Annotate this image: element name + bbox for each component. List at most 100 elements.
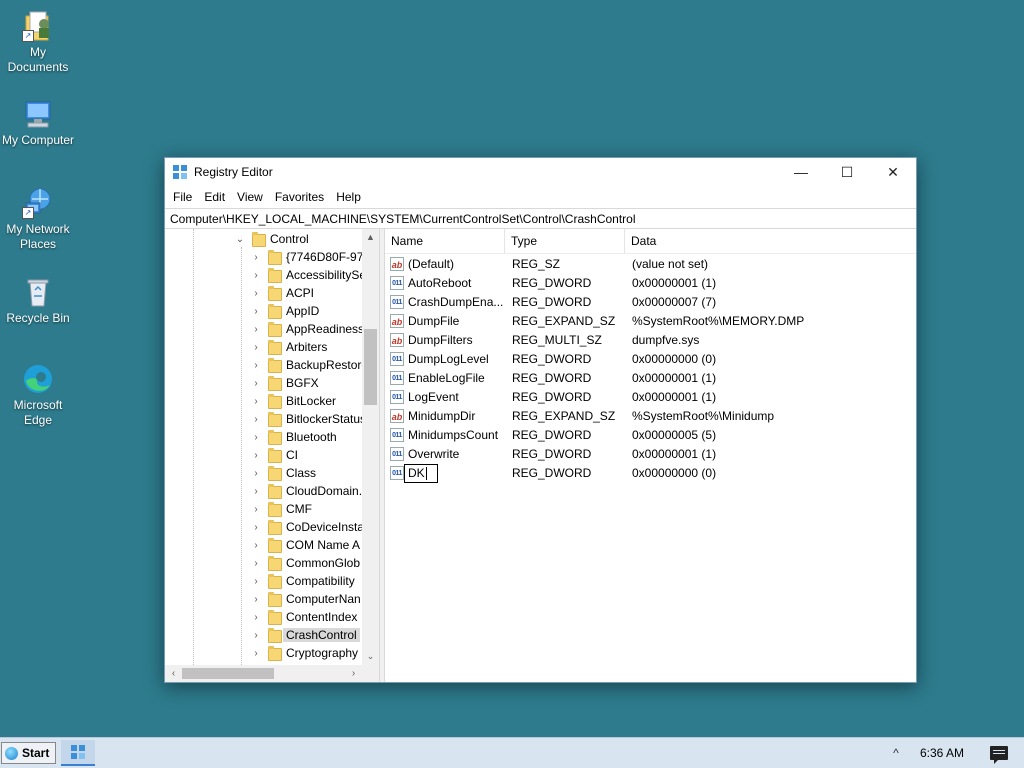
chevron-right-icon[interactable]: › (251, 324, 261, 335)
tree-item[interactable]: › BitLocker (165, 392, 361, 410)
chevron-right-icon[interactable]: › (251, 288, 261, 299)
chevron-right-icon[interactable]: › (251, 450, 261, 461)
minimize-button[interactable]: — (778, 158, 824, 186)
tree-item-label: COM Name A (286, 538, 361, 552)
value-row[interactable]: ab MinidumpDir REG_EXPAND_SZ %SystemRoot%\M… (385, 407, 916, 426)
tree-item[interactable]: › CMF (165, 500, 361, 518)
tree-item[interactable]: › AppReadiness (165, 320, 364, 338)
chevron-right-icon[interactable]: › (251, 576, 261, 587)
chevron-up-icon[interactable]: ^ (886, 746, 906, 760)
tree-item-control[interactable]: ⌄ Control (165, 230, 361, 248)
notification-icon[interactable] (990, 746, 1008, 764)
menu-edit[interactable]: Edit (198, 190, 231, 204)
desktop-icon-recycle-bin[interactable]: Recycle Bin (0, 276, 76, 326)
desktop-icon-my-computer[interactable]: My Computer (0, 98, 76, 148)
chevron-right-icon[interactable]: › (251, 486, 261, 497)
value-type: REG_EXPAND_SZ (512, 314, 616, 328)
desktop-icon-network[interactable]: ↗ My Network Places (0, 187, 76, 252)
value-row[interactable]: ab DumpFile REG_EXPAND_SZ %SystemRoot%\MEMO… (385, 312, 916, 331)
value-row[interactable]: 011 DumpLogLevel REG_DWORD 0x00000000 (0) (385, 350, 916, 369)
start-button[interactable]: Start (1, 742, 57, 764)
value-row[interactable]: 011 EnableLogFile REG_DWORD 0x00000001 (1) (385, 369, 916, 388)
chevron-down-icon[interactable]: ⌄ (235, 234, 245, 245)
tree-item[interactable]: › CommonGlob (165, 554, 361, 572)
tree-item[interactable]: › ComputerNan (165, 590, 361, 608)
folder-icon (268, 574, 282, 589)
scroll-right-icon[interactable]: › (345, 665, 362, 682)
desktop-icon-my-documents[interactable]: ↗ My Documents (0, 10, 76, 75)
rename-input[interactable]: DK (404, 464, 438, 483)
column-header-name[interactable]: Name (385, 229, 505, 253)
scroll-down-icon[interactable]: ⌄ (362, 648, 379, 665)
tree-item[interactable]: › ACPI (165, 284, 361, 302)
chevron-right-icon[interactable]: › (251, 522, 261, 533)
menu-file[interactable]: File (167, 190, 198, 204)
tree-horizontal-scrollbar[interactable]: ‹ › (165, 665, 379, 682)
chevron-right-icon[interactable]: › (251, 594, 261, 605)
desktop-icon-edge[interactable]: Microsoft Edge (0, 363, 76, 428)
value-row[interactable]: 011 LogEvent REG_DWORD 0x00000001 (1) (385, 388, 916, 407)
chevron-right-icon[interactable]: › (251, 432, 261, 443)
title-bar[interactable]: Registry Editor — ☐ ✕ (165, 158, 916, 186)
value-row[interactable]: 011 Overwrite REG_DWORD 0x00000001 (1) (385, 445, 916, 464)
value-row[interactable]: 011 AutoReboot REG_DWORD 0x00000001 (1) (385, 274, 916, 293)
chevron-right-icon[interactable]: › (251, 270, 261, 281)
tree-item[interactable]: › AccessibilitySe (165, 266, 366, 284)
menu-view[interactable]: View (231, 190, 269, 204)
tree-vertical-scrollbar[interactable]: ▲ ⌄ (362, 229, 379, 665)
tree-item[interactable]: › BackupRestore (165, 356, 368, 374)
chevron-right-icon[interactable]: › (251, 378, 261, 389)
tree-item[interactable]: › BitlockerStatus (165, 410, 366, 428)
value-name: Overwrite (408, 447, 460, 461)
menu-help[interactable]: Help (330, 190, 367, 204)
tree-item[interactable]: › Cryptography (165, 644, 361, 662)
tree-item[interactable]: › Arbiters (165, 338, 361, 356)
value-row[interactable]: ab DumpFilters REG_MULTI_SZ dumpfve.sys (385, 331, 916, 350)
tree-item[interactable]: › CloudDomain. (165, 482, 362, 500)
tree-item[interactable]: › COM Name A (165, 536, 361, 554)
chevron-right-icon[interactable]: › (251, 414, 261, 425)
chevron-right-icon[interactable]: › (251, 342, 261, 353)
chevron-right-icon[interactable]: › (251, 558, 261, 569)
tree-item[interactable]: › {7746D80F-97E (165, 248, 371, 266)
clock[interactable]: 6:36 AM (920, 746, 964, 760)
tree-item[interactable]: › BGFX (165, 374, 361, 392)
tree-item[interactable]: › Class (165, 464, 361, 482)
tree-item[interactable]: › CrashControl (165, 626, 361, 644)
chevron-right-icon[interactable]: › (251, 648, 261, 659)
value-row[interactable]: 011 MinidumpsCount REG_DWORD 0x00000005 (5) (385, 426, 916, 445)
chevron-right-icon[interactable]: › (251, 612, 261, 623)
tree-item-label: ContentIndex (286, 610, 358, 624)
column-header-data[interactable]: Data (625, 229, 825, 253)
chevron-right-icon[interactable]: › (251, 306, 261, 317)
value-name: (Default) (408, 257, 455, 271)
column-header-type[interactable]: Type (505, 229, 625, 253)
chevron-right-icon[interactable]: › (251, 540, 261, 551)
chevron-right-icon[interactable]: › (251, 630, 261, 641)
tree-item[interactable]: › Compatibility (165, 572, 361, 590)
address-bar[interactable]: Computer\HKEY_LOCAL_MACHINE\SYSTEM\Curre… (165, 208, 916, 229)
chevron-right-icon[interactable]: › (251, 468, 261, 479)
chevron-right-icon[interactable]: › (251, 504, 261, 515)
maximize-button[interactable]: ☐ (824, 158, 870, 186)
scroll-thumb[interactable] (182, 668, 274, 679)
folder-icon (268, 250, 282, 265)
chevron-right-icon[interactable]: › (251, 396, 261, 407)
taskbar-registry-editor[interactable] (61, 740, 96, 766)
close-button[interactable]: ✕ (870, 158, 916, 186)
tree-item[interactable]: › CI (165, 446, 361, 464)
value-row[interactable]: 011 CrashDumpEna... REG_DWORD 0x00000007 (7… (385, 293, 916, 312)
menu-favorites[interactable]: Favorites (269, 190, 330, 204)
binary-value-icon: 011 (390, 295, 404, 309)
tree-item[interactable]: › Bluetooth (165, 428, 361, 446)
tree-item[interactable]: › CoDeviceInsta (165, 518, 364, 536)
value-row-editing[interactable]: 011 DK REG_DWORD 0x00000000 (0) (385, 464, 916, 483)
scroll-thumb[interactable] (364, 329, 377, 405)
chevron-right-icon[interactable]: › (251, 252, 261, 263)
value-row[interactable]: ab (Default) REG_SZ (value not set) (385, 255, 916, 274)
scroll-up-icon[interactable]: ▲ (362, 229, 379, 246)
chevron-right-icon[interactable]: › (251, 360, 261, 371)
tree-item[interactable]: › AppID (165, 302, 361, 320)
tree-item[interactable]: › ContentIndex (165, 608, 361, 626)
scroll-left-icon[interactable]: ‹ (165, 665, 182, 682)
